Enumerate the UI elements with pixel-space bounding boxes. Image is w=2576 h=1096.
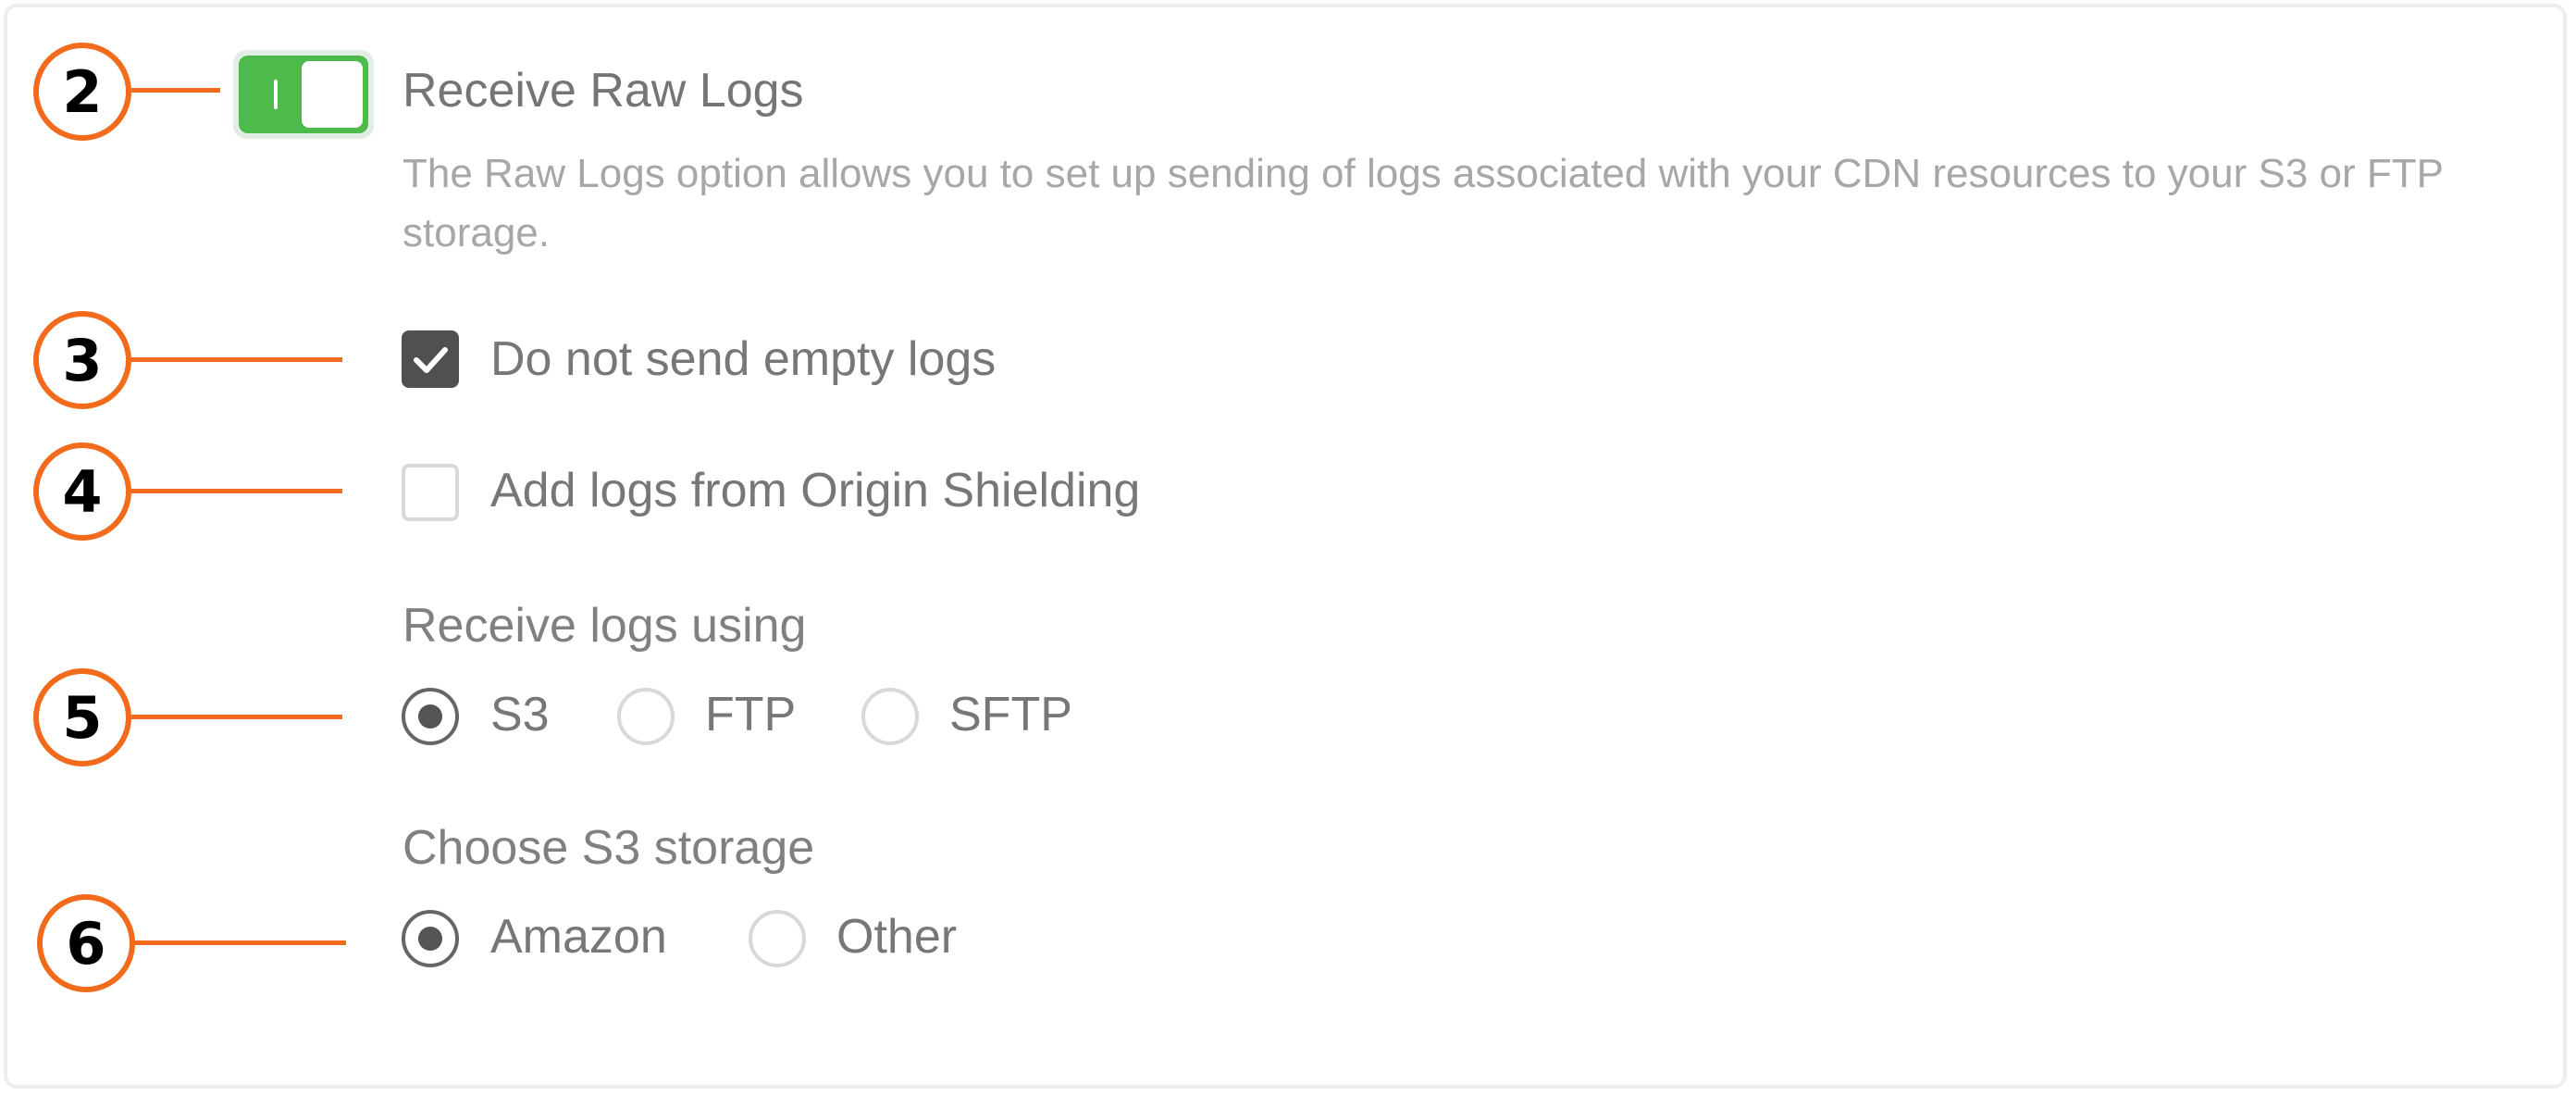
radio-sftp[interactable] bbox=[861, 688, 919, 745]
origin-shielding-checkbox[interactable] bbox=[402, 464, 459, 521]
protocol-section-label: Receive logs using bbox=[402, 599, 807, 653]
raw-logs-description: The Raw Logs option allows you to set up… bbox=[402, 151, 2444, 255]
checkmark-icon bbox=[414, 347, 448, 373]
callout-leader-2 bbox=[131, 88, 220, 93]
radio-sftp-label[interactable]: SFTP bbox=[949, 687, 1072, 742]
radio-other-label[interactable]: Other bbox=[836, 909, 957, 965]
empty-logs-label[interactable]: Do not send empty logs bbox=[490, 331, 996, 387]
radio-ftp-label[interactable]: FTP bbox=[705, 687, 796, 742]
storage-section-label: Choose S3 storage bbox=[402, 821, 815, 875]
raw-logs-toggle[interactable] bbox=[233, 50, 374, 139]
callout-marker-5: 5 bbox=[33, 668, 131, 766]
radio-amazon[interactable] bbox=[402, 910, 459, 967]
callout-leader-6 bbox=[135, 940, 346, 945]
radio-s3[interactable] bbox=[402, 688, 459, 745]
radio-other[interactable] bbox=[749, 910, 806, 967]
origin-shielding-label[interactable]: Add logs from Origin Shielding bbox=[490, 463, 1140, 518]
raw-logs-title: Receive Raw Logs bbox=[402, 64, 804, 118]
callout-leader-4 bbox=[131, 489, 342, 493]
toggle-knob bbox=[302, 61, 363, 128]
toggle-track bbox=[239, 56, 368, 133]
callout-leader-3 bbox=[131, 357, 342, 362]
toggle-on-indicator-icon bbox=[274, 80, 278, 109]
radio-amazon-label[interactable]: Amazon bbox=[490, 909, 667, 965]
empty-logs-checkbox[interactable] bbox=[402, 330, 459, 388]
radio-s3-label[interactable]: S3 bbox=[490, 687, 550, 742]
callout-marker-3: 3 bbox=[33, 311, 131, 409]
callout-marker-6: 6 bbox=[37, 894, 135, 992]
callout-marker-2: 2 bbox=[33, 43, 131, 141]
callout-marker-4: 4 bbox=[33, 442, 131, 541]
radio-ftp[interactable] bbox=[617, 688, 675, 745]
callout-leader-5 bbox=[131, 715, 342, 719]
